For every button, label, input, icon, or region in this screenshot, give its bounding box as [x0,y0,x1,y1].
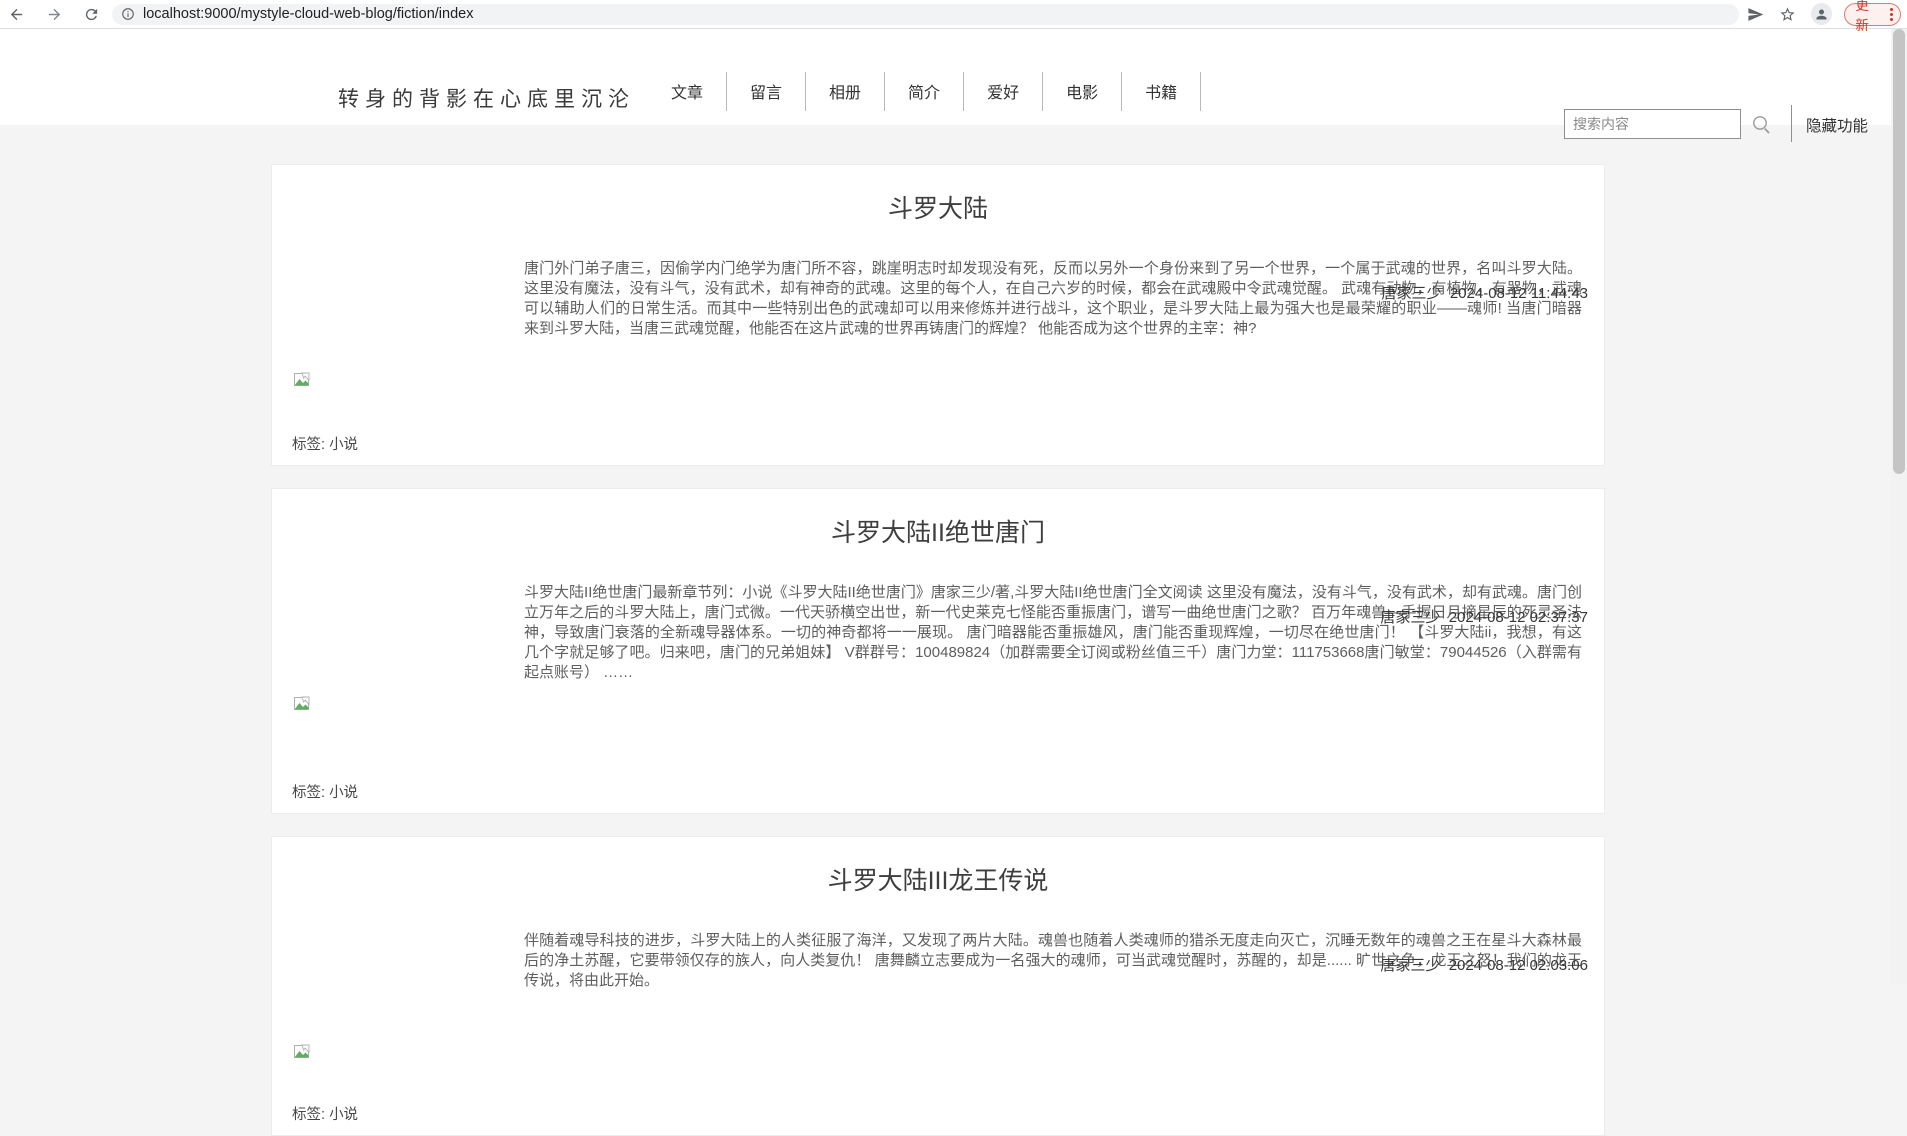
tag-link-novel[interactable]: 小说 [329,437,358,453]
nav-item-about[interactable]: 简介 [885,79,963,103]
tag-link-novel[interactable]: 小说 [329,1107,358,1123]
tag-label: 标签: [292,785,325,801]
main-nav: 文章 留言 相册 简介 爱好 电影 书籍 [648,71,1201,111]
post-datetime: 2024-08-12 11:44:43 [1450,285,1588,302]
page-scrollbar-thumb[interactable] [1893,29,1905,474]
post-meta: 唐家三少 2024-08-12 02:03:06 [1380,954,1588,975]
nav-item-albums[interactable]: 相册 [806,79,884,103]
nav-item-movies[interactable]: 电影 [1043,79,1121,103]
post-datetime: 2024-08-12 02:37:37 [1449,609,1588,626]
nav-item-books[interactable]: 书籍 [1122,79,1200,103]
hide-function-button[interactable]: 隐藏功能 [1806,114,1868,136]
nav-item-articles[interactable]: 文章 [648,79,726,103]
post-title[interactable]: 斗罗大陆II绝世唐门 [272,513,1604,549]
nav-item-hobbies[interactable]: 爱好 [964,79,1042,103]
page-scrollbar-track[interactable] [1891,29,1907,984]
post-summary: 斗罗大陆II绝世唐门最新章节列：小说《斗罗大陆II绝世唐门》唐家三少/著,斗罗大… [524,583,1582,683]
post-meta: 唐家三少 2024-08-12 11:44:43 [1381,282,1588,303]
update-label: 更新 [1855,0,1882,34]
post-meta: 唐家三少 2024-08-12 02:37:37 [1380,606,1588,627]
post-tags: 标签: 小说 [292,433,358,454]
bookmark-star-icon[interactable] [1779,5,1797,23]
post-title[interactable]: 斗罗大陆III龙王传说 [272,861,1604,897]
broken-image-icon [293,371,310,388]
forward-icon[interactable] [45,5,63,23]
post-author: 唐家三少 [1380,609,1440,626]
search-icon[interactable] [1750,113,1774,137]
nav-separator [1200,72,1201,111]
url-text: localhost:9000/mystyle-cloud-web-blog/fi… [143,6,473,22]
toolbar-right: 更新 [1747,3,1907,26]
url-bar[interactable]: localhost:9000/mystyle-cloud-web-blog/fi… [112,4,1739,25]
profile-avatar[interactable] [1811,3,1833,25]
search-input[interactable] [1564,109,1741,139]
tag-label: 标签: [292,1107,325,1123]
post-card: 斗罗大陆III龙王传说 伴随着魂导科技的进步，斗罗大陆上的人类征服了海洋，又发现… [271,836,1605,1136]
post-datetime: 2024-08-12 02:03:06 [1449,957,1588,974]
post-author: 唐家三少 [1381,285,1441,302]
broken-image-icon [293,695,310,712]
post-card: 斗罗大陆 唐门外门弟子唐三，因偷学内门绝学为唐门所不容，跳崖明志时却发现没有死，… [271,164,1605,466]
nav-item-messages[interactable]: 留言 [727,79,805,103]
reload-icon[interactable] [82,5,100,23]
post-tags: 标签: 小说 [292,1103,358,1124]
broken-image-icon [293,1043,310,1060]
menu-dots-icon[interactable] [1890,8,1893,21]
tag-label: 标签: [292,437,325,453]
tag-link-novel[interactable]: 小说 [329,785,358,801]
header-divider [1791,105,1792,142]
site-header: 转身的背影在心底里沉沦 文章 留言 相册 简介 爱好 电影 书籍 隐藏功能 [0,29,1907,125]
chrome-update-button[interactable]: 更新 [1844,3,1901,26]
send-icon[interactable] [1747,5,1765,23]
post-title[interactable]: 斗罗大陆 [272,189,1604,225]
back-icon[interactable] [7,5,25,23]
info-icon[interactable] [121,7,135,21]
post-card: 斗罗大陆II绝世唐门 斗罗大陆II绝世唐门最新章节列：小说《斗罗大陆II绝世唐门… [271,488,1605,814]
post-author: 唐家三少 [1380,957,1440,974]
site-title: 转身的背影在心底里沉沦 [338,83,635,113]
post-tags: 标签: 小说 [292,781,358,802]
browser-toolbar: localhost:9000/mystyle-cloud-web-blog/fi… [0,0,1907,29]
